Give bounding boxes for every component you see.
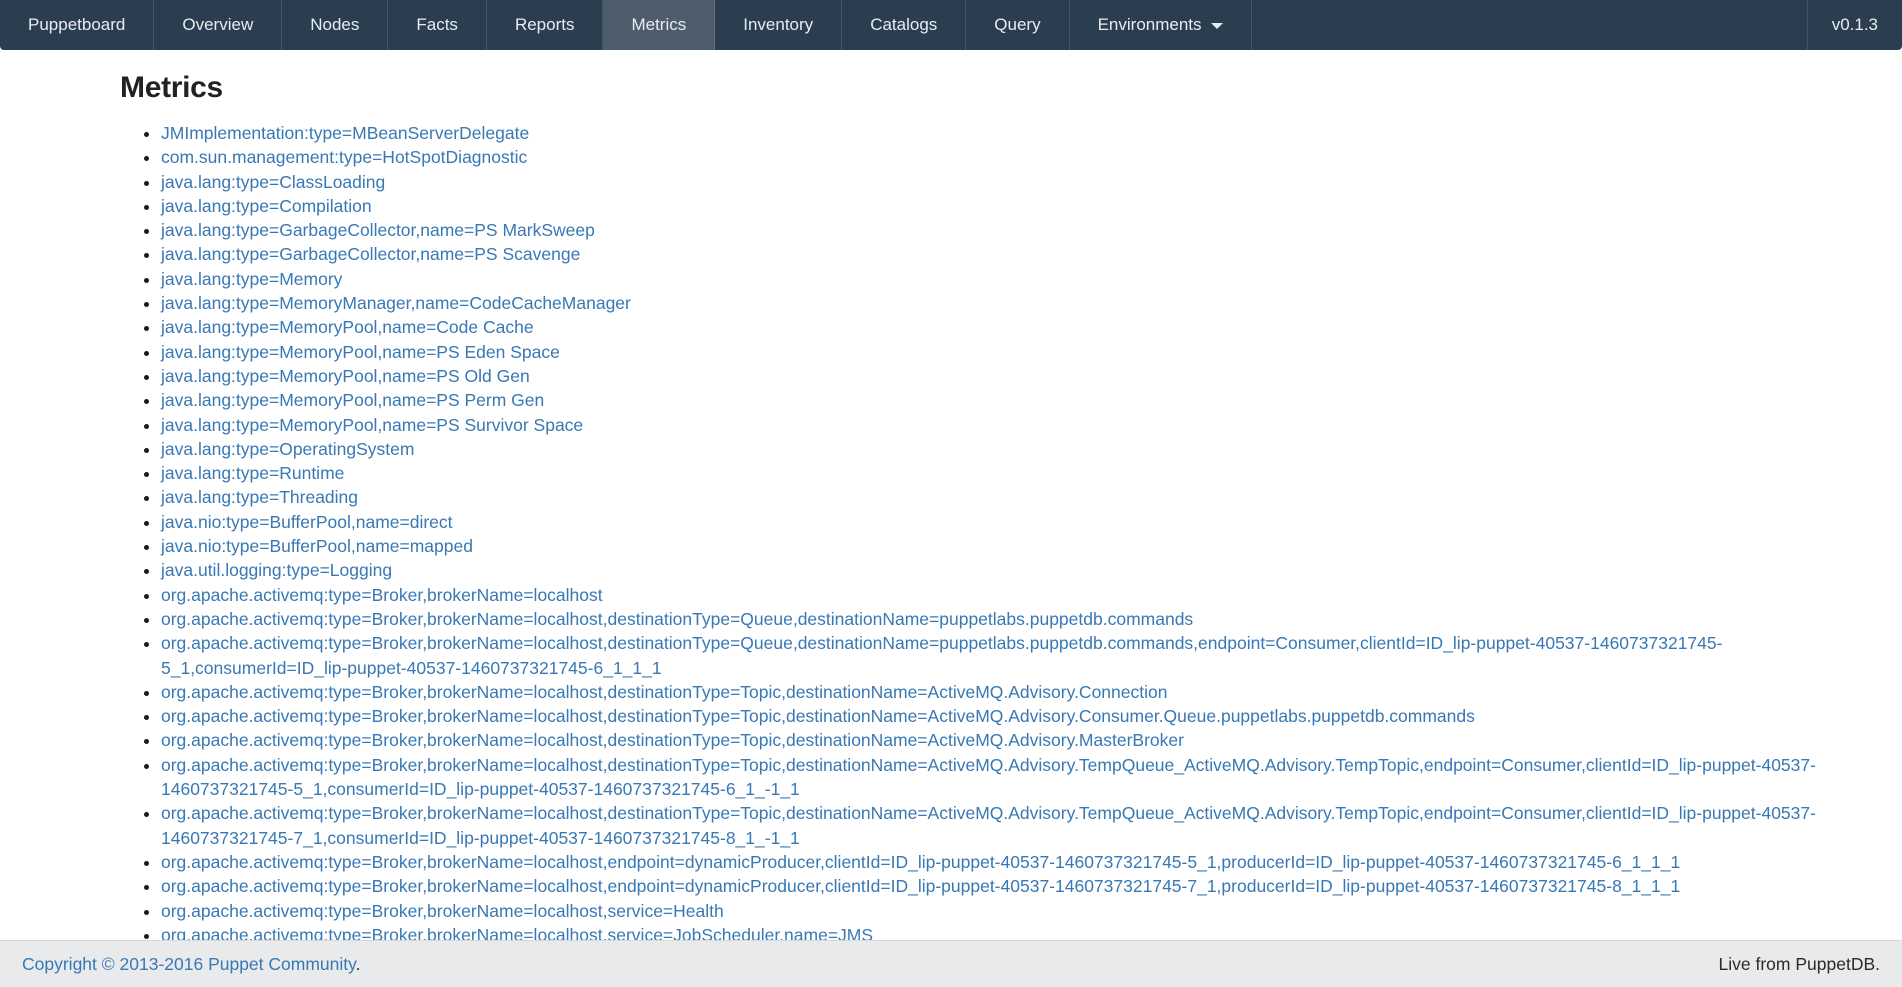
metric-list-item: java.util.logging:type=Logging xyxy=(161,558,1862,582)
metric-list-item: java.lang:type=MemoryPool,name=PS Perm G… xyxy=(161,388,1862,412)
metric-link[interactable]: java.lang:type=MemoryManager,name=CodeCa… xyxy=(161,293,631,313)
footer-copyright: Copyright © 2013-2016 Puppet Community. xyxy=(22,954,360,975)
metric-list-item: org.apache.activemq:type=Broker,brokerNa… xyxy=(161,631,1862,680)
metric-list-item: java.lang:type=OperatingSystem xyxy=(161,437,1862,461)
metric-list-item: java.lang:type=GarbageCollector,name=PS … xyxy=(161,218,1862,242)
metric-link[interactable]: java.lang:type=GarbageCollector,name=PS … xyxy=(161,220,595,240)
metric-list-item: java.lang:type=MemoryPool,name=PS Surviv… xyxy=(161,413,1862,437)
copyright-link[interactable]: Copyright © 2013-2016 Puppet Community xyxy=(22,954,356,974)
metric-list-item: org.apache.activemq:type=Broker,brokerNa… xyxy=(161,850,1862,874)
metric-link[interactable]: com.sun.management:type=HotSpotDiagnosti… xyxy=(161,147,527,167)
nav-item-label: Catalogs xyxy=(870,15,937,35)
nav-item-inventory[interactable]: Inventory xyxy=(715,0,842,50)
nav-item-label: Nodes xyxy=(310,15,359,35)
metric-list-item: java.lang:type=Memory xyxy=(161,267,1862,291)
metric-link[interactable]: java.util.logging:type=Logging xyxy=(161,560,392,580)
metric-list-item: java.lang:type=MemoryPool,name=PS Eden S… xyxy=(161,340,1862,364)
metric-list-item: java.lang:type=MemoryPool,name=PS Old Ge… xyxy=(161,364,1862,388)
metric-link[interactable]: java.lang:type=Runtime xyxy=(161,463,344,483)
metric-link[interactable]: java.nio:type=BufferPool,name=mapped xyxy=(161,536,473,556)
metric-link[interactable]: java.lang:type=MemoryPool,name=PS Old Ge… xyxy=(161,366,530,386)
nav-item-label: Query xyxy=(994,15,1040,35)
metric-link[interactable]: java.lang:type=ClassLoading xyxy=(161,172,385,192)
metric-link[interactable]: java.lang:type=MemoryPool,name=PS Surviv… xyxy=(161,415,583,435)
nav-item-environments[interactable]: Environments xyxy=(1070,0,1252,50)
metric-list-item: java.lang:type=GarbageCollector,name=PS … xyxy=(161,242,1862,266)
metric-list-item: java.lang:type=Threading xyxy=(161,485,1862,509)
nav-item-nodes[interactable]: Nodes xyxy=(282,0,388,50)
metric-list-item: com.sun.management:type=HotSpotDiagnosti… xyxy=(161,145,1862,169)
metric-list-item: java.lang:type=MemoryManager,name=CodeCa… xyxy=(161,291,1862,315)
metric-link[interactable]: java.lang:type=MemoryPool,name=PS Perm G… xyxy=(161,390,544,410)
metric-link[interactable]: org.apache.activemq:type=Broker,brokerNa… xyxy=(161,682,1167,702)
metric-link[interactable]: org.apache.activemq:type=Broker,brokerNa… xyxy=(161,852,1680,872)
metric-link[interactable]: java.nio:type=BufferPool,name=direct xyxy=(161,512,453,532)
nav-item-catalogs[interactable]: Catalogs xyxy=(842,0,966,50)
nav-item-query[interactable]: Query xyxy=(966,0,1069,50)
nav-item-metrics[interactable]: Metrics xyxy=(603,0,715,50)
nav-item-facts[interactable]: Facts xyxy=(388,0,487,50)
metric-link[interactable]: java.lang:type=MemoryPool,name=PS Eden S… xyxy=(161,342,560,362)
metric-link[interactable]: org.apache.activemq:type=Broker,brokerNa… xyxy=(161,706,1475,726)
metric-list-item: org.apache.activemq:type=Broker,brokerNa… xyxy=(161,607,1862,631)
metric-link[interactable]: java.lang:type=OperatingSystem xyxy=(161,439,414,459)
metric-list-item: org.apache.activemq:type=Broker,brokerNa… xyxy=(161,874,1862,898)
nav-item-label: Environments xyxy=(1098,15,1202,35)
metric-list-item: org.apache.activemq:type=Broker,brokerNa… xyxy=(161,801,1862,850)
metric-link[interactable]: org.apache.activemq:type=Broker,brokerNa… xyxy=(161,730,1184,750)
footer-status-text: Live from PuppetDB. xyxy=(1719,954,1880,975)
metric-link[interactable]: java.lang:type=Memory xyxy=(161,269,342,289)
metric-link[interactable]: org.apache.activemq:type=Broker,brokerNa… xyxy=(161,755,1816,799)
nav-item-label: Metrics xyxy=(631,15,686,35)
metric-link[interactable]: org.apache.activemq:type=Broker,brokerNa… xyxy=(161,585,603,605)
navbar-brand[interactable]: Puppetboard xyxy=(0,0,154,50)
metric-list-item: org.apache.activemq:type=Broker,brokerNa… xyxy=(161,753,1862,802)
nav-item-label: Reports xyxy=(515,15,575,35)
nav-item-overview[interactable]: Overview xyxy=(154,0,282,50)
version-badge: v0.1.3 xyxy=(1807,0,1902,50)
metric-list-item: org.apache.activemq:type=Broker,brokerNa… xyxy=(161,680,1862,704)
metric-list-item: org.apache.activemq:type=Broker,brokerNa… xyxy=(161,704,1862,728)
metric-list-item: java.lang:type=Compilation xyxy=(161,194,1862,218)
metric-list-item: JMImplementation:type=MBeanServerDelegat… xyxy=(161,121,1862,145)
metric-link[interactable]: org.apache.activemq:type=Broker,brokerNa… xyxy=(161,901,724,921)
navbar-menu: Puppetboard Overview Nodes Facts Reports Met… xyxy=(0,0,1252,50)
metric-list-item: org.apache.activemq:type=Broker,brokerNa… xyxy=(161,583,1862,607)
footer: Copyright © 2013-2016 Puppet Community. … xyxy=(0,940,1902,987)
nav-item-label: Facts xyxy=(416,15,458,35)
nav-item-label: Inventory xyxy=(743,15,813,35)
main-content: Metrics JMImplementation:type=MBeanServe… xyxy=(0,50,1902,947)
navbar: Puppetboard Overview Nodes Facts Reports Met… xyxy=(0,0,1902,50)
metric-list-item: org.apache.activemq:type=Broker,brokerNa… xyxy=(161,728,1862,752)
chevron-down-icon xyxy=(1211,23,1223,29)
metric-list-item: java.lang:type=MemoryPool,name=Code Cach… xyxy=(161,315,1862,339)
metric-link[interactable]: org.apache.activemq:type=Broker,brokerNa… xyxy=(161,609,1193,629)
metric-list-item: java.nio:type=BufferPool,name=mapped xyxy=(161,534,1862,558)
nav-item-label: Overview xyxy=(182,15,253,35)
page-title: Metrics xyxy=(120,71,1862,105)
metric-link[interactable]: java.lang:type=MemoryPool,name=Code Cach… xyxy=(161,317,534,337)
metric-link[interactable]: JMImplementation:type=MBeanServerDelegat… xyxy=(161,123,529,143)
copyright-suffix: . xyxy=(356,954,361,974)
metric-link[interactable]: java.lang:type=Threading xyxy=(161,487,358,507)
nav-item-reports[interactable]: Reports xyxy=(487,0,604,50)
metric-list-item: java.lang:type=Runtime xyxy=(161,461,1862,485)
metric-link[interactable]: java.lang:type=GarbageCollector,name=PS … xyxy=(161,244,580,264)
metric-list-item: java.lang:type=ClassLoading xyxy=(161,170,1862,194)
metric-link[interactable]: org.apache.activemq:type=Broker,brokerNa… xyxy=(161,803,1816,847)
metric-link[interactable]: org.apache.activemq:type=Broker,brokerNa… xyxy=(161,633,1722,677)
metric-list: JMImplementation:type=MBeanServerDelegat… xyxy=(120,121,1862,947)
metric-list-item: java.nio:type=BufferPool,name=direct xyxy=(161,510,1862,534)
metric-link[interactable]: org.apache.activemq:type=Broker,brokerNa… xyxy=(161,876,1680,896)
metric-list-item: org.apache.activemq:type=Broker,brokerNa… xyxy=(161,899,1862,923)
metric-link[interactable]: java.lang:type=Compilation xyxy=(161,196,372,216)
